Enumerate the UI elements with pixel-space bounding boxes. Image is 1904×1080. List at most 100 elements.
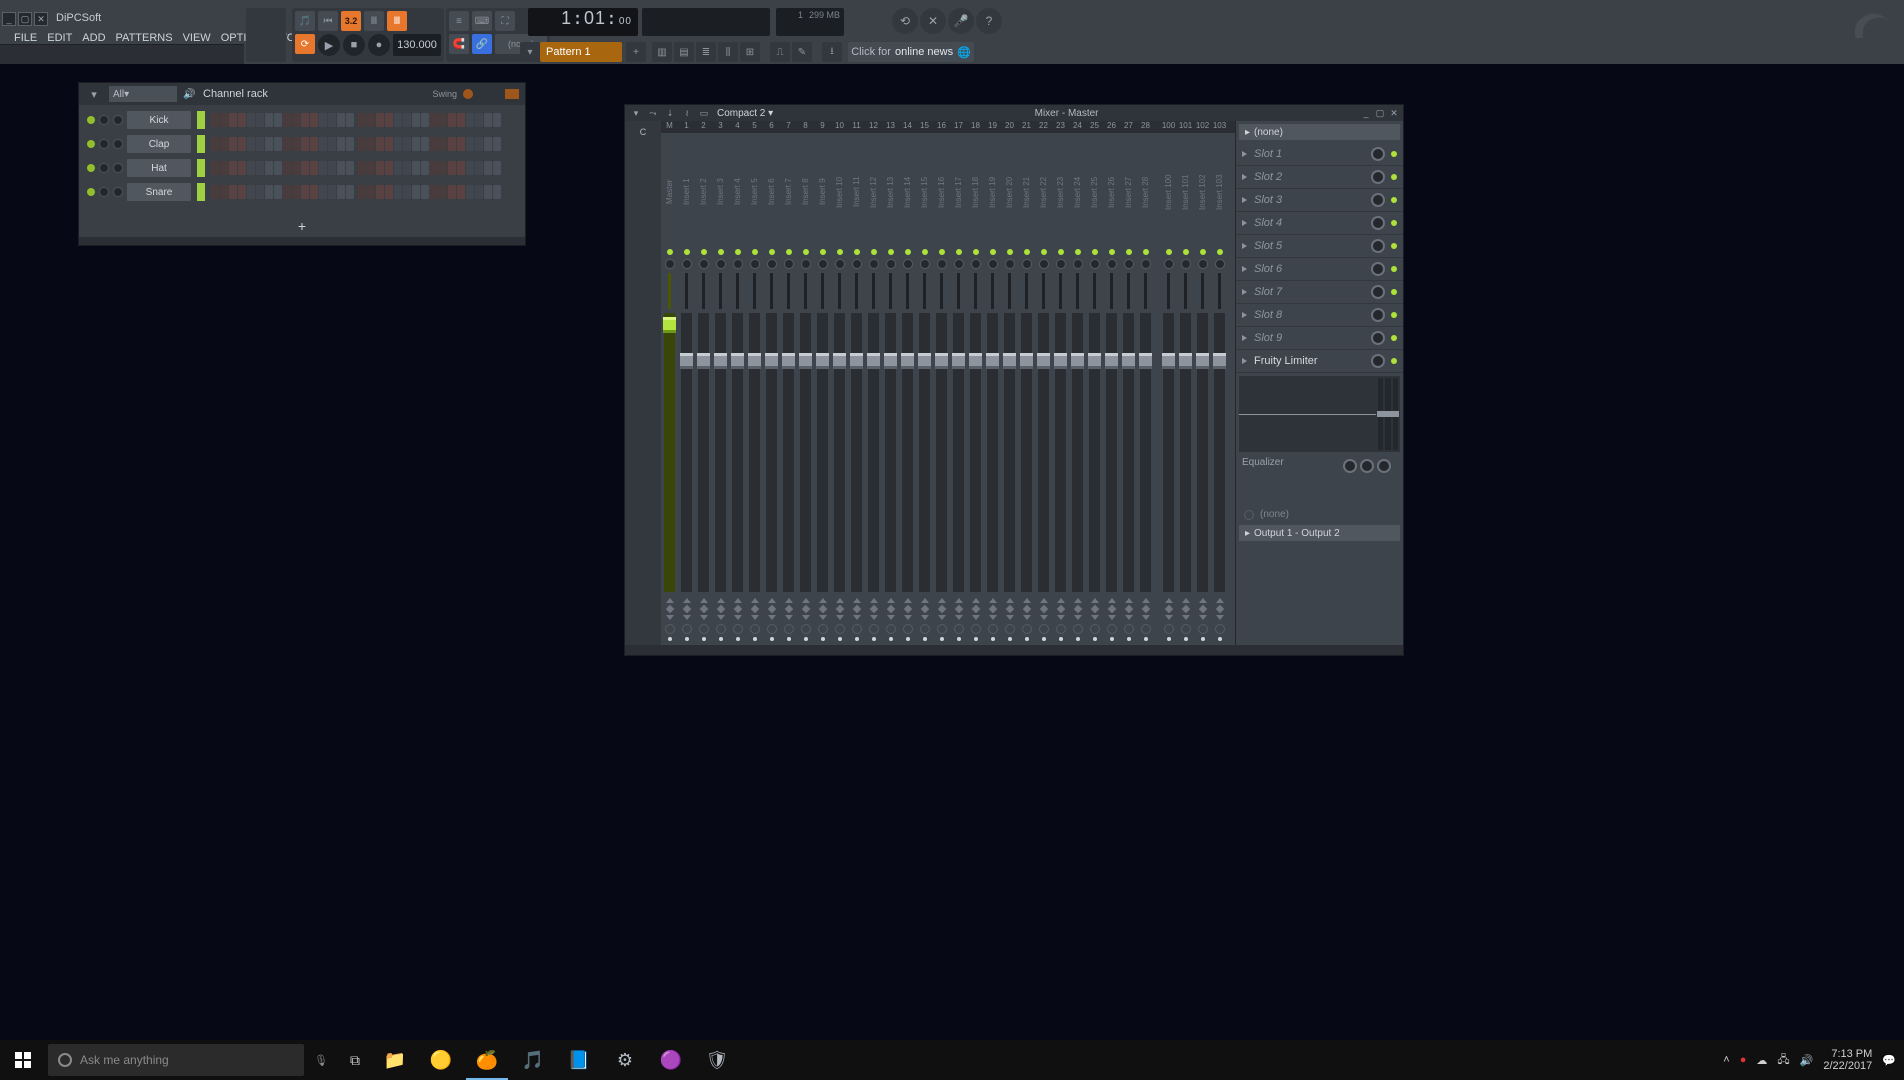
close-all-icon[interactable]: ✕	[920, 8, 946, 34]
track-pan-knob[interactable]	[1039, 259, 1049, 269]
fx-arrow-down-icon[interactable]	[921, 615, 929, 621]
fader-cap[interactable]	[850, 353, 863, 369]
tray-volume-icon[interactable]: 🔊	[1800, 1054, 1814, 1067]
view-browser-icon[interactable]: ⊞	[740, 42, 760, 62]
track-fader[interactable]	[766, 313, 777, 592]
fx-send-knob[interactable]	[852, 624, 862, 634]
track-enable-led[interactable]	[1200, 249, 1206, 255]
start-button[interactable]	[0, 1040, 46, 1080]
track-fader[interactable]	[664, 313, 675, 592]
track-pan-knob[interactable]	[937, 259, 947, 269]
mixer-track[interactable]: Insert 14	[899, 133, 916, 645]
fx-send-knob[interactable]	[1141, 624, 1151, 634]
step[interactable]	[319, 185, 327, 199]
mixer-track[interactable]: Insert 25	[1086, 133, 1103, 645]
fx-slot[interactable]: Slot 1	[1236, 143, 1403, 166]
track-pan-knob[interactable]	[886, 259, 896, 269]
fx-stereo-sep-icon[interactable]	[1073, 605, 1081, 613]
fader-cap[interactable]	[765, 353, 778, 369]
fx-arrow-down-icon[interactable]	[1182, 615, 1190, 621]
mixer-track[interactable]: Insert 10	[831, 133, 848, 645]
track-pan-knob[interactable]	[1090, 259, 1100, 269]
fx-arrow-down-icon[interactable]	[1125, 615, 1133, 621]
track-fader[interactable]	[817, 313, 828, 592]
step[interactable]	[292, 137, 300, 151]
fx-slot[interactable]: Slot 6	[1236, 258, 1403, 281]
fx-arrow-up-icon[interactable]	[666, 597, 674, 603]
slot-mix-knob[interactable]	[1371, 308, 1385, 322]
step[interactable]	[430, 137, 438, 151]
track-enable-led[interactable]	[905, 249, 911, 255]
fader-cap[interactable]	[1003, 353, 1016, 369]
step[interactable]	[319, 113, 327, 127]
fx-arrow-down-icon[interactable]	[1108, 615, 1116, 621]
fader-cap[interactable]	[1139, 353, 1152, 369]
fx-stereo-sep-icon[interactable]	[1124, 605, 1132, 613]
count-in-icon[interactable]: Ⅲ	[364, 11, 384, 31]
fader-cap[interactable]	[697, 353, 710, 369]
slot-menu-icon[interactable]	[1242, 312, 1248, 318]
channel-filter-select[interactable]: All ▾	[109, 86, 177, 102]
step[interactable]	[301, 137, 309, 151]
slot-menu-icon[interactable]	[1242, 335, 1248, 341]
slot-enable-led[interactable]	[1391, 220, 1397, 226]
channel-name-button[interactable]: Kick	[127, 111, 191, 129]
fx-send-knob[interactable]	[954, 624, 964, 634]
fx-stereo-sep-icon[interactable]	[886, 605, 894, 613]
channel-mute-led[interactable]	[87, 140, 95, 148]
step[interactable]	[337, 113, 345, 127]
step[interactable]	[265, 161, 273, 175]
fx-route-dot[interactable]	[1144, 637, 1148, 641]
track-pan-knob[interactable]	[1005, 259, 1015, 269]
fx-arrow-up-icon[interactable]	[955, 597, 963, 603]
mixer-track[interactable]: Insert 11	[848, 133, 865, 645]
track-enable-led[interactable]	[820, 249, 826, 255]
fx-arrow-up-icon[interactable]	[1182, 597, 1190, 603]
fx-send-knob[interactable]	[971, 624, 981, 634]
track-fader[interactable]	[1140, 313, 1151, 592]
track-pan-knob[interactable]	[1124, 259, 1134, 269]
slot-enable-led[interactable]	[1391, 174, 1397, 180]
fx-route-dot[interactable]	[702, 637, 706, 641]
fader-cap[interactable]	[1088, 353, 1101, 369]
track-enable-led[interactable]	[684, 249, 690, 255]
fx-send-knob[interactable]	[1181, 624, 1191, 634]
mixer-track[interactable]: Insert 4	[729, 133, 746, 645]
fx-route-dot[interactable]	[872, 637, 876, 641]
tool-1-icon[interactable]: ⎍	[770, 42, 790, 62]
mixer-track[interactable]: Insert 101	[1177, 133, 1194, 645]
fx-send-knob[interactable]	[801, 624, 811, 634]
fx-arrow-up-icon[interactable]	[1006, 597, 1014, 603]
time-sig[interactable]: 3.2	[341, 11, 361, 31]
step[interactable]	[220, 137, 228, 151]
step[interactable]	[292, 113, 300, 127]
step[interactable]	[247, 161, 255, 175]
mixer-track[interactable]: Insert 5	[746, 133, 763, 645]
mixer-track[interactable]: Insert 1	[678, 133, 695, 645]
pattern-selector[interactable]: Pattern 1	[540, 42, 622, 62]
track-fader[interactable]	[851, 313, 862, 592]
mixer-track[interactable]: Insert 102	[1194, 133, 1211, 645]
fx-stereo-sep-icon[interactable]	[1215, 605, 1223, 613]
fx-arrow-up-icon[interactable]	[785, 597, 793, 603]
fx-arrow-down-icon[interactable]	[1199, 615, 1207, 621]
fx-arrow-down-icon[interactable]	[717, 615, 725, 621]
task-view-icon[interactable]: ⧉	[338, 1052, 372, 1069]
fx-send-knob[interactable]	[988, 624, 998, 634]
step[interactable]	[283, 113, 291, 127]
mixer-track[interactable]: Insert 100	[1160, 133, 1177, 645]
view-playlist-icon[interactable]: ▥	[652, 42, 672, 62]
step[interactable]	[493, 137, 501, 151]
track-pan-knob[interactable]	[1181, 259, 1191, 269]
view-mixer-icon[interactable]: ⫼	[718, 42, 738, 62]
fx-send-knob[interactable]	[920, 624, 930, 634]
step[interactable]	[346, 185, 354, 199]
step[interactable]	[421, 113, 429, 127]
loop-record-icon[interactable]: ⟳	[295, 34, 315, 54]
fx-arrow-down-icon[interactable]	[870, 615, 878, 621]
fx-arrow-down-icon[interactable]	[989, 615, 997, 621]
fx-route-dot[interactable]	[1093, 637, 1097, 641]
track-enable-led[interactable]	[1092, 249, 1098, 255]
track-fader[interactable]	[1123, 313, 1134, 592]
step[interactable]	[247, 137, 255, 151]
